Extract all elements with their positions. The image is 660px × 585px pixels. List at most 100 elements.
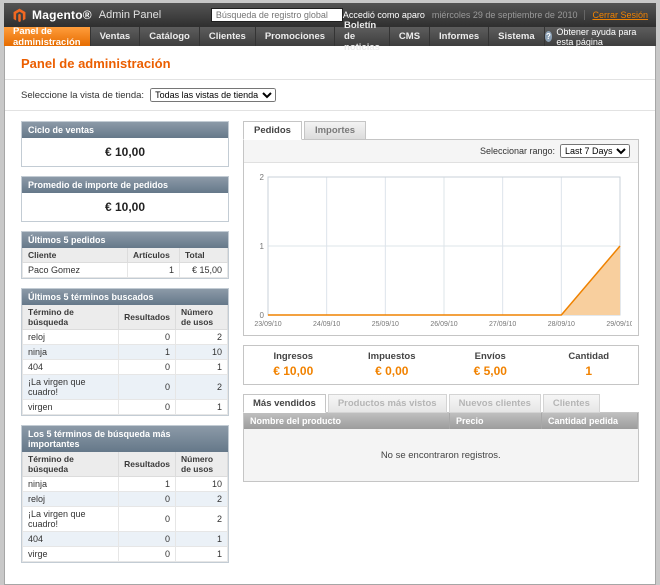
stat-label: Impuestos [343, 351, 442, 362]
cell-term: ninja [23, 477, 119, 492]
svg-text:29/09/10: 29/09/10 [606, 321, 632, 328]
admin-window: Magento® Admin Panel Accedió como aparo … [4, 3, 656, 585]
current-date: miércoles 29 de septiembre de 2010 [432, 10, 578, 20]
table-row[interactable]: ¡La virgen que cuadro! 0 2 [23, 507, 228, 532]
nav-item-newsletter[interactable]: Boletín de noticias [335, 27, 390, 46]
chart-wrap: 01223/09/1024/09/1025/09/1026/09/1027/09… [244, 163, 638, 335]
range-bar: Seleccionar rango: Last 7 Days [244, 140, 638, 163]
card-title: Los 5 términos de búsqueda más important… [22, 426, 228, 452]
cell-uses: 1 [176, 532, 228, 547]
table-row[interactable]: virge 0 1 [23, 547, 228, 562]
card-title: Últimos 5 pedidos [22, 232, 228, 248]
magento-logo-icon [12, 8, 27, 23]
svg-text:25/09/10: 25/09/10 [372, 321, 399, 328]
range-label: Seleccionar rango: [480, 146, 555, 156]
last-search-table: Término de búsqueda Resultados Número de… [22, 305, 228, 415]
cell-term: reloj [23, 492, 119, 507]
stat-label: Cantidad [540, 351, 639, 362]
orders-chart: 01223/09/1024/09/1025/09/1026/09/1027/09… [250, 167, 632, 333]
table-row[interactable]: reloj 0 2 [23, 330, 228, 345]
card-value: € 10,00 [22, 138, 228, 166]
nav-item-reports[interactable]: Informes [430, 27, 489, 46]
column-header: Nombre del producto [244, 413, 450, 429]
svg-text:0: 0 [260, 311, 265, 320]
nav-items: Panel de administración Ventas Catálogo … [4, 27, 545, 46]
cell-term: ¡La virgen que cuadro! [23, 375, 119, 400]
column-header: Artículos [128, 248, 180, 263]
tab-most-viewed: Productos más vistos [328, 394, 447, 413]
table-row[interactable]: ¡La virgen que cuadro! 0 2 [23, 375, 228, 400]
logged-in-as: Accedió como aparo [343, 10, 425, 20]
brand-subtitle: Admin Panel [99, 9, 161, 21]
store-switcher: Seleccione la vista de tienda: Todas las… [5, 80, 655, 111]
cell-term: 404 [23, 532, 119, 547]
last-search-card: Últimos 5 términos buscados Término de b… [21, 288, 229, 416]
stat-revenue: Ingresos € 10,00 [244, 346, 343, 384]
table-row[interactable]: ninja 1 10 [23, 345, 228, 360]
logout-link[interactable]: Cerrar Sesión [584, 10, 648, 20]
column-header: Cliente [23, 248, 128, 263]
cell-items: 1 [128, 263, 180, 278]
cell-uses: 1 [176, 360, 228, 375]
nav-item-dashboard[interactable]: Panel de administración [4, 27, 91, 46]
card-title: Promedio de importe de pedidos [22, 177, 228, 193]
cell-uses: 2 [176, 330, 228, 345]
column-header: Término de búsqueda [23, 305, 119, 330]
help-icon: ? [545, 31, 553, 42]
column-header: Precio [450, 413, 542, 429]
global-search-input[interactable] [211, 8, 343, 22]
card-value: € 10,00 [22, 193, 228, 221]
top-header: Magento® Admin Panel Accedió como aparo … [4, 3, 656, 27]
help-link[interactable]: ? Obtener ayuda para esta página [545, 27, 656, 46]
help-label: Obtener ayuda para esta página [556, 27, 647, 47]
table-row[interactable]: reloj 0 2 [23, 492, 228, 507]
dashboard-left-column: Ciclo de ventas € 10,00 Promedio de impo… [21, 121, 229, 572]
stat-value: 1 [540, 364, 639, 378]
stat-value: € 5,00 [441, 364, 540, 378]
stat-label: Ingresos [244, 351, 343, 362]
cell-uses: 2 [176, 375, 228, 400]
cell-uses: 1 [176, 400, 228, 415]
cell-term: 404 [23, 360, 119, 375]
svg-text:2: 2 [260, 173, 265, 182]
table-row[interactable]: virgen 0 1 [23, 400, 228, 415]
store-view-select[interactable]: Todas las vistas de tienda [150, 88, 276, 102]
table-row[interactable]: Paco Gomez 1 € 15,00 [23, 263, 228, 278]
svg-text:27/09/10: 27/09/10 [489, 321, 516, 328]
brand-name: Magento® [32, 8, 92, 22]
tab-bestsellers[interactable]: Más vendidos [243, 394, 326, 413]
average-orders-card: Promedio de importe de pedidos € 10,00 [21, 176, 229, 222]
main-nav: Panel de administración Ventas Catálogo … [4, 27, 656, 46]
cell-results: 0 [119, 330, 176, 345]
cell-results: 0 [119, 507, 176, 532]
cell-results: 0 [119, 532, 176, 547]
stat-shipping: Envíos € 5,00 [441, 346, 540, 384]
cell-results: 0 [119, 547, 176, 562]
column-header: Número de usos [176, 452, 228, 477]
table-row[interactable]: ninja 1 10 [23, 477, 228, 492]
cell-results: 1 [119, 345, 176, 360]
nav-item-system[interactable]: Sistema [489, 27, 544, 46]
cell-term: reloj [23, 330, 119, 345]
store-view-label: Seleccione la vista de tienda: [21, 90, 144, 101]
cell-customer: Paco Gomez [23, 263, 128, 278]
stat-quantity: Cantidad 1 [540, 346, 639, 384]
svg-text:26/09/10: 26/09/10 [430, 321, 457, 328]
cell-term: ¡La virgen que cuadro! [23, 507, 119, 532]
tab-new-customers: Nuevos clientes [449, 394, 541, 413]
stat-value: € 10,00 [244, 364, 343, 378]
tab-amounts[interactable]: Importes [304, 121, 366, 140]
nav-item-customers[interactable]: Clientes [200, 27, 256, 46]
table-row[interactable]: 404 0 1 [23, 532, 228, 547]
tab-orders[interactable]: Pedidos [243, 121, 302, 140]
cell-term: ninja [23, 345, 119, 360]
cell-total: € 15,00 [180, 263, 228, 278]
nav-item-promotions[interactable]: Promociones [256, 27, 335, 46]
range-select[interactable]: Last 7 Days [560, 144, 630, 158]
nav-item-catalog[interactable]: Catálogo [140, 27, 200, 46]
grid-tabs: Más vendidos Productos más vistos Nuevos… [243, 394, 639, 413]
column-header: Total [180, 248, 228, 263]
table-row[interactable]: 404 0 1 [23, 360, 228, 375]
nav-item-sales[interactable]: Ventas [91, 27, 141, 46]
nav-item-cms[interactable]: CMS [390, 27, 430, 46]
